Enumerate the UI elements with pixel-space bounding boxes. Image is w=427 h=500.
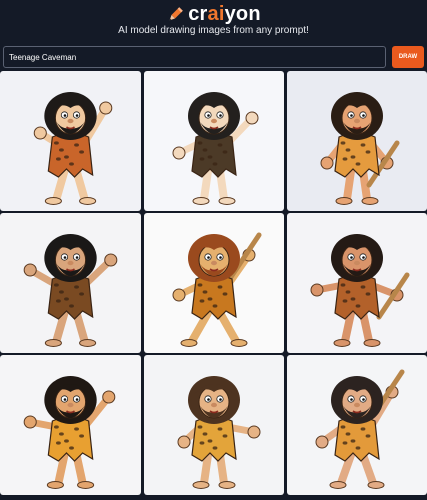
result-image-9[interactable]: [287, 355, 427, 495]
caveman-illustration: [320, 92, 400, 205]
result-image-8[interactable]: [144, 355, 284, 495]
caveman-illustration: [172, 232, 262, 347]
result-image-5[interactable]: [144, 213, 284, 353]
result-image-2[interactable]: [144, 71, 284, 211]
prompt-bar: DRAW: [3, 46, 424, 68]
result-image-1[interactable]: [0, 71, 141, 211]
tagline: AI model drawing images from any prompt!: [118, 25, 309, 36]
caveman-illustration: [23, 234, 118, 347]
caveman-illustration: [172, 92, 259, 205]
result-image-4[interactable]: [0, 213, 141, 353]
logo[interactable]: craiyon: [0, 3, 427, 26]
header: craiyon AI model drawing images from any…: [0, 0, 427, 44]
result-image-6[interactable]: [287, 213, 427, 353]
pencil-icon: [166, 6, 184, 24]
caveman-illustration: [177, 376, 261, 489]
caveman-illustration: [33, 92, 113, 205]
draw-button[interactable]: DRAW: [392, 46, 424, 68]
result-image-3[interactable]: [287, 71, 427, 211]
caveman-illustration: [315, 369, 405, 489]
results-grid: [0, 71, 427, 500]
caveman-illustration: [310, 234, 410, 347]
logo-text: craiyon: [188, 3, 261, 25]
prompt-input[interactable]: [3, 46, 386, 68]
caveman-illustration: [23, 376, 116, 489]
result-image-7[interactable]: [0, 355, 141, 495]
